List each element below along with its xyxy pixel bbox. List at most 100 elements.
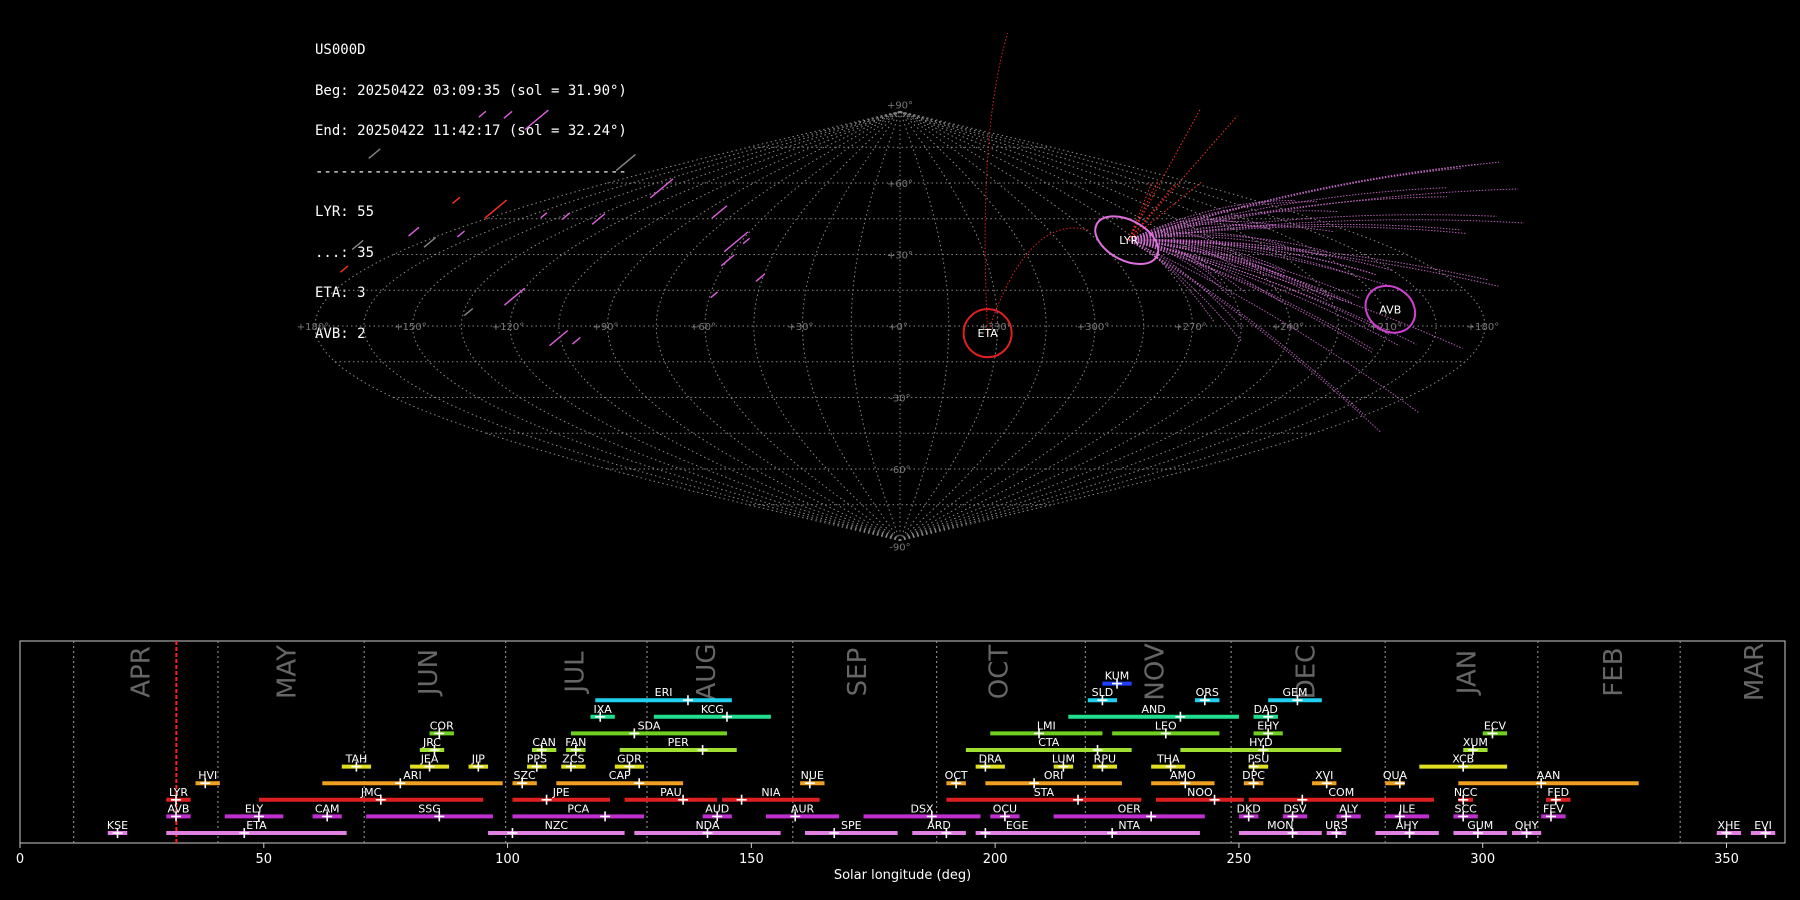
sky-trail xyxy=(456,230,466,238)
sky-trail xyxy=(549,329,569,347)
radiant-label: AVB xyxy=(1379,303,1401,316)
sky-trail xyxy=(720,254,735,267)
shower-label: AUD xyxy=(705,802,729,815)
x-tick-label: 0 xyxy=(16,852,24,867)
sporadic-trail xyxy=(1128,182,1158,241)
shower-label: ECV xyxy=(1484,719,1507,732)
shower-szc: SZC xyxy=(512,769,537,789)
lon-tick-label: +270° xyxy=(1174,322,1206,333)
shower-label: RPU xyxy=(1094,753,1116,766)
shower-nta: NTA xyxy=(1058,819,1200,838)
shower-xhe: XHE xyxy=(1716,819,1742,838)
lyr-trail xyxy=(1128,163,1478,241)
shower-oct: OCT xyxy=(945,769,968,789)
shower-ssg: SSG xyxy=(366,802,493,822)
peak-marker xyxy=(1146,811,1157,822)
shower-label: GUM xyxy=(1467,819,1493,832)
shower-ege: EGE xyxy=(975,819,1059,838)
sky-trail xyxy=(478,110,487,118)
shower-label: JRC xyxy=(422,736,441,749)
sky-trail xyxy=(591,213,606,225)
lon-tick-label: +0° xyxy=(888,322,908,333)
shower-label: DSX xyxy=(911,802,934,815)
sky-trail xyxy=(339,265,349,273)
shower-label: KCG xyxy=(701,703,724,716)
month-label: MAY xyxy=(273,645,303,699)
sky-trail xyxy=(742,237,751,245)
shower-avb: AVB xyxy=(166,802,191,822)
shower-label: CAP xyxy=(609,769,631,782)
peak-marker xyxy=(634,778,645,789)
shower-label: GEM xyxy=(1283,686,1308,699)
shower-label: CAN xyxy=(532,736,555,749)
lon-tick-label: +30° xyxy=(787,322,813,333)
shower-label: ARI xyxy=(403,769,421,782)
shower-label: OER xyxy=(1118,802,1142,815)
shower-jpe: JPE xyxy=(512,786,610,805)
shower-label: QUA xyxy=(1383,769,1408,782)
sky-trail xyxy=(484,199,508,219)
shower-mon: MON xyxy=(1238,819,1322,838)
shower-qhy: QHY xyxy=(1511,819,1542,838)
x-tick-label: 50 xyxy=(256,852,273,867)
x-tick-label: 150 xyxy=(739,852,764,867)
shower-gum: GUM xyxy=(1453,819,1508,838)
shower-evi: EVI xyxy=(1750,819,1776,838)
shower-label: MON xyxy=(1267,819,1293,832)
x-tick-label: 250 xyxy=(1227,852,1252,867)
x-tick-label: 300 xyxy=(1470,852,1495,867)
sky-trail xyxy=(711,205,728,219)
shower-label: JIP xyxy=(471,753,485,766)
lyr-trail xyxy=(1128,219,1525,241)
shower-label: DPC xyxy=(1242,769,1265,782)
lyr-trail xyxy=(1128,239,1353,304)
lon-tick-label: +300° xyxy=(1077,322,1109,333)
shower-label: SSG xyxy=(418,802,441,815)
shower-label: ARD xyxy=(927,819,951,832)
shower-sda: SDA xyxy=(570,719,727,739)
shower-label: NZC xyxy=(545,819,569,832)
shower-kse: KSE xyxy=(107,819,128,838)
shower-label: TAH xyxy=(345,753,368,766)
peak-marker xyxy=(1175,711,1186,722)
lon-tick-label: +180° xyxy=(297,322,329,333)
lyr-trail xyxy=(1128,239,1361,299)
shower-label: QHY xyxy=(1515,819,1539,832)
shower-label: ALY xyxy=(1339,802,1358,815)
shower-label: NDA xyxy=(695,819,720,832)
lon-tick-label: +150° xyxy=(394,322,426,333)
lat-tick-label: +90° xyxy=(887,101,913,112)
shower-jmc: JMC xyxy=(258,786,484,805)
shower-label: CAM xyxy=(315,802,340,815)
lat-tick-label: -90° xyxy=(889,543,910,554)
x-tick-label: 100 xyxy=(495,852,520,867)
shower-label: EHY xyxy=(1257,719,1279,732)
sky-trail xyxy=(351,239,364,251)
shower-label: PPS xyxy=(527,753,547,766)
month-label: NOV xyxy=(1141,643,1171,700)
sky-trail xyxy=(452,196,461,204)
shower-label: NIA xyxy=(761,786,780,799)
shower-aur: AUR xyxy=(765,802,840,822)
shower-label: JMC xyxy=(360,786,382,799)
shower-nzc: NZC xyxy=(488,819,625,838)
shower-label: STA xyxy=(1034,786,1055,799)
shower-label: XVI xyxy=(1315,769,1333,782)
shower-sld: SLD xyxy=(1087,686,1118,706)
shower-dsx: DSX xyxy=(863,802,981,822)
shower-ard: ARD xyxy=(912,819,966,838)
shower-tah: TAH xyxy=(341,753,372,772)
shower-label: IXA xyxy=(593,703,612,716)
sky-trail xyxy=(408,226,420,237)
peak-marker xyxy=(600,811,611,822)
peak-marker xyxy=(829,828,840,838)
lon-tick-label: +60° xyxy=(690,322,716,333)
shower-label: KUM xyxy=(1105,670,1129,683)
lyr-trail xyxy=(1128,188,1519,241)
shower-label: SPE xyxy=(841,819,862,832)
shower-label: COR xyxy=(430,719,454,732)
shower-ors: ORS xyxy=(1195,686,1220,706)
lat-tick-label: +60° xyxy=(887,179,913,190)
eta-trail xyxy=(987,227,1089,334)
peak-marker xyxy=(507,828,518,838)
